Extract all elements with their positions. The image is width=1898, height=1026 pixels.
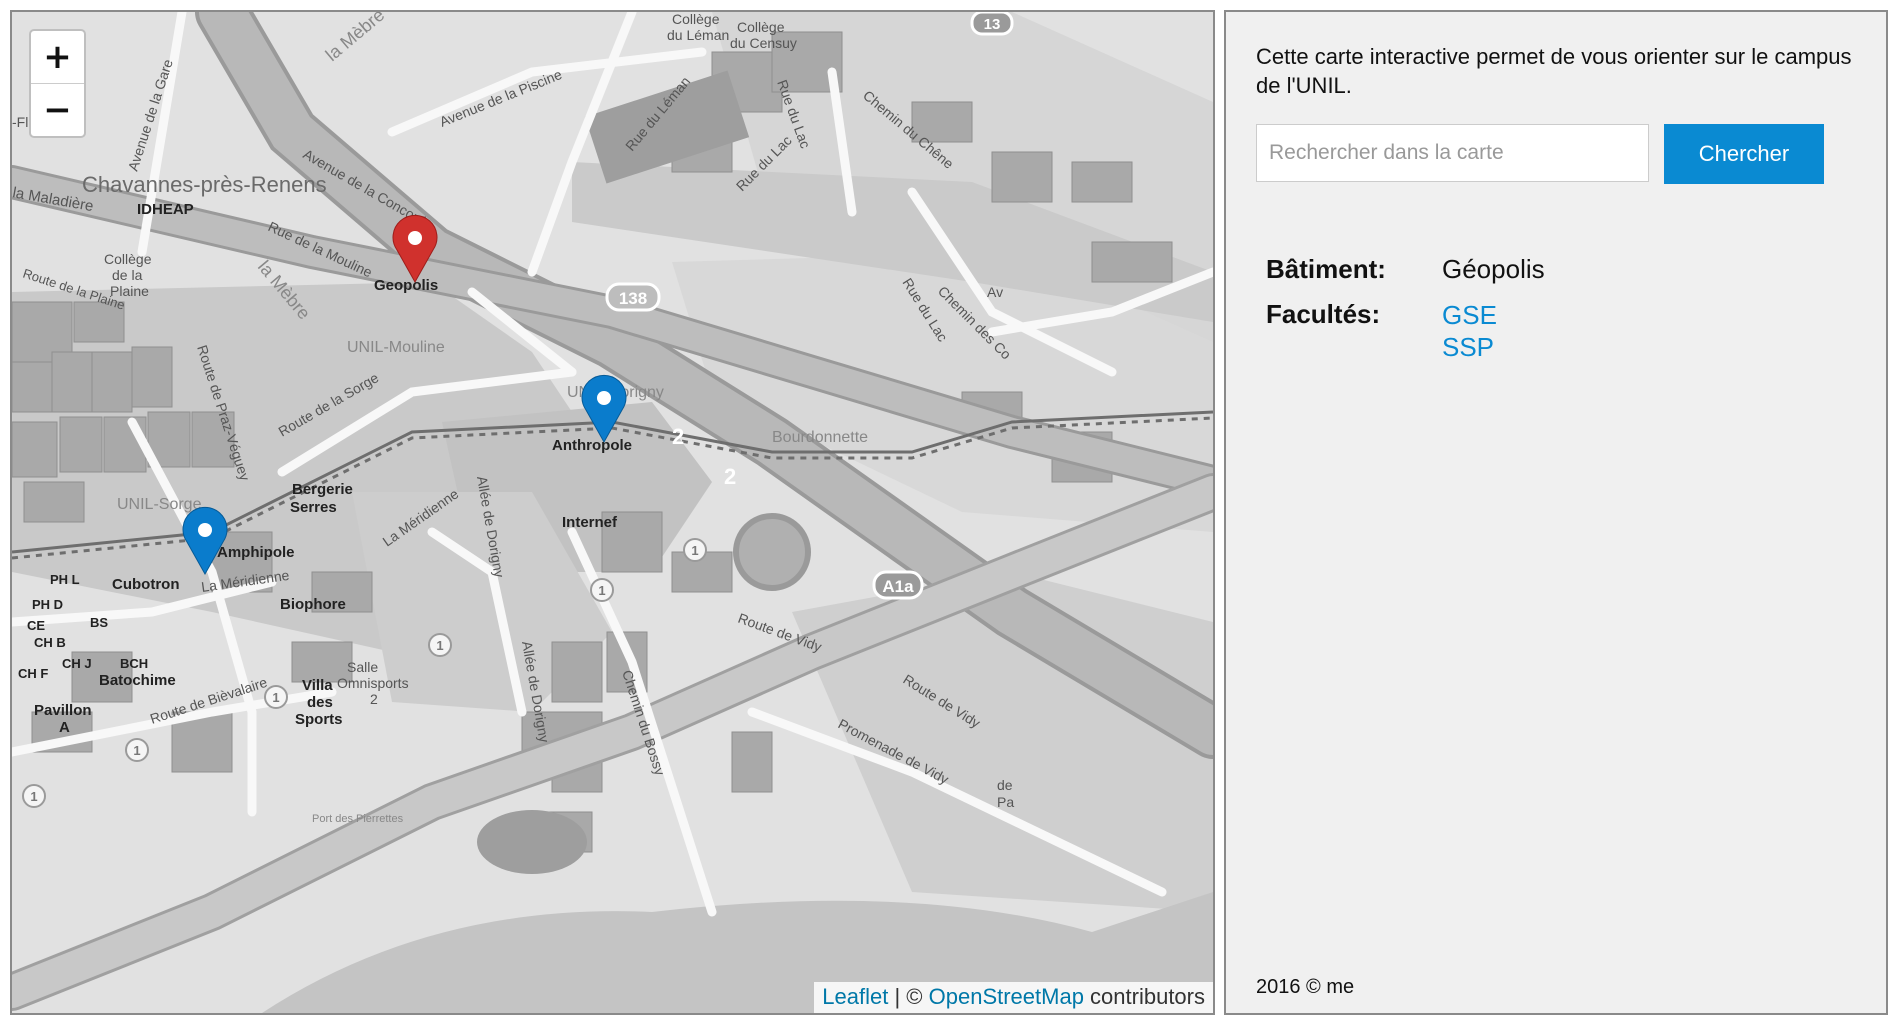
- attribution-separator: | ©: [888, 984, 929, 1009]
- svg-text:Av: Av: [987, 284, 1003, 300]
- leaflet-link[interactable]: Leaflet: [822, 984, 888, 1009]
- svg-text:Biophore: Biophore: [280, 596, 346, 613]
- svg-text:1: 1: [30, 789, 37, 804]
- svg-text:Villa: Villa: [302, 677, 333, 694]
- label-chavannes: Chavannes-près-Renens: [82, 172, 327, 197]
- map[interactable]: 138 A1a 13 1 1 1 1 1 1 2 2 Chavannes-prè…: [10, 10, 1215, 1015]
- svg-text:des: des: [307, 694, 333, 711]
- map-attribution: Leaflet | © OpenStreetMap contributors: [814, 982, 1213, 1013]
- sidebar: Cette carte interactive permet de vous o…: [1224, 10, 1888, 1015]
- svg-text:Salle: Salle: [347, 659, 378, 675]
- svg-text:PH D: PH D: [32, 597, 63, 612]
- svg-text:Batochime: Batochime: [99, 672, 176, 689]
- road-shield-a1a: A1a: [872, 570, 924, 600]
- road-shield-13: 13: [970, 12, 1014, 36]
- svg-text:Bourdonnette: Bourdonnette: [772, 429, 868, 446]
- svg-text:1: 1: [272, 690, 279, 705]
- search-button[interactable]: Chercher: [1664, 124, 1824, 184]
- svg-text:UNIL-Mouline: UNIL-Mouline: [347, 339, 445, 356]
- svg-text:Sports: Sports: [295, 711, 343, 728]
- faculty-link-gse[interactable]: GSE: [1442, 299, 1497, 331]
- svg-text:Plaine: Plaine: [110, 283, 149, 299]
- footer: 2016 © me: [1256, 976, 1355, 998]
- search-input[interactable]: [1256, 124, 1649, 182]
- svg-text:Serres: Serres: [290, 499, 337, 516]
- svg-text:1: 1: [133, 743, 140, 758]
- svg-text:1: 1: [436, 638, 443, 653]
- svg-text:Internef: Internef: [562, 514, 618, 531]
- svg-text:CH B: CH B: [34, 635, 66, 650]
- svg-text:de: de: [997, 777, 1013, 793]
- osm-link[interactable]: OpenStreetMap: [929, 984, 1084, 1009]
- svg-text:BCH: BCH: [120, 656, 148, 671]
- zoom-out-button[interactable]: −: [31, 83, 84, 136]
- svg-text:Port des Pierrettes: Port des Pierrettes: [312, 813, 404, 825]
- building-row: Bâtiment: Géopolis: [1266, 254, 1545, 285]
- attribution-contributors: contributors: [1083, 984, 1205, 1009]
- road-shield-138: 138: [605, 282, 661, 312]
- svg-text:Anthropole: Anthropole: [552, 437, 632, 454]
- svg-text:Pavillon: Pavillon: [34, 702, 92, 719]
- svg-text:de la: de la: [112, 267, 143, 283]
- intro-text: Cette carte interactive permet de vous o…: [1256, 44, 1852, 98]
- svg-text:Geopolis: Geopolis: [374, 277, 438, 294]
- faculties-row: Facultés: GSE SSP: [1266, 299, 1545, 363]
- svg-text:13: 13: [984, 16, 1001, 33]
- map-tiles[interactable]: 138 A1a 13 1 1 1 1 1 1 2 2 Chavannes-prè…: [12, 12, 1213, 1013]
- svg-text:1: 1: [691, 543, 698, 558]
- svg-text:CH F: CH F: [18, 666, 48, 681]
- svg-text:A1a: A1a: [882, 577, 914, 596]
- svg-text:CH J: CH J: [62, 656, 92, 671]
- svg-text:Bergerie: Bergerie: [292, 481, 353, 498]
- zoom-control: + −: [29, 29, 86, 138]
- svg-text:Omnisports: Omnisports: [337, 675, 409, 691]
- svg-text:138: 138: [619, 289, 647, 308]
- faculties-list: GSE SSP: [1442, 299, 1497, 363]
- svg-text:2: 2: [724, 464, 736, 489]
- building-value: Géopolis: [1442, 254, 1545, 284]
- svg-text:Pa: Pa: [997, 794, 1014, 810]
- building-label: Bâtiment:: [1266, 254, 1386, 284]
- svg-text:Collège: Collège: [672, 12, 720, 27]
- svg-text:2: 2: [370, 691, 378, 707]
- svg-text:Amphipole: Amphipole: [217, 544, 295, 561]
- svg-text:PH L: PH L: [50, 572, 80, 587]
- svg-text:IDHEAP: IDHEAP: [137, 201, 194, 218]
- svg-text:UNIL-Sorge: UNIL-Sorge: [117, 496, 202, 513]
- faculty-link-ssp[interactable]: SSP: [1442, 331, 1497, 363]
- svg-text:du Censuy: du Censuy: [730, 35, 797, 51]
- svg-text:du Léman: du Léman: [667, 27, 729, 43]
- faculties-label: Facultés:: [1266, 299, 1381, 329]
- svg-text:A: A: [59, 719, 70, 736]
- svg-text:2: 2: [672, 424, 684, 449]
- svg-text:CE: CE: [27, 618, 45, 633]
- building-info: Bâtiment: Géopolis Facultés: GSE SSP: [1266, 254, 1545, 377]
- svg-text:Cubotron: Cubotron: [112, 576, 179, 593]
- svg-text:Collège: Collège: [737, 19, 785, 35]
- svg-text:1: 1: [598, 583, 605, 598]
- svg-text:Collège: Collège: [104, 251, 152, 267]
- svg-text:BS: BS: [90, 615, 108, 630]
- zoom-in-button[interactable]: +: [31, 31, 84, 83]
